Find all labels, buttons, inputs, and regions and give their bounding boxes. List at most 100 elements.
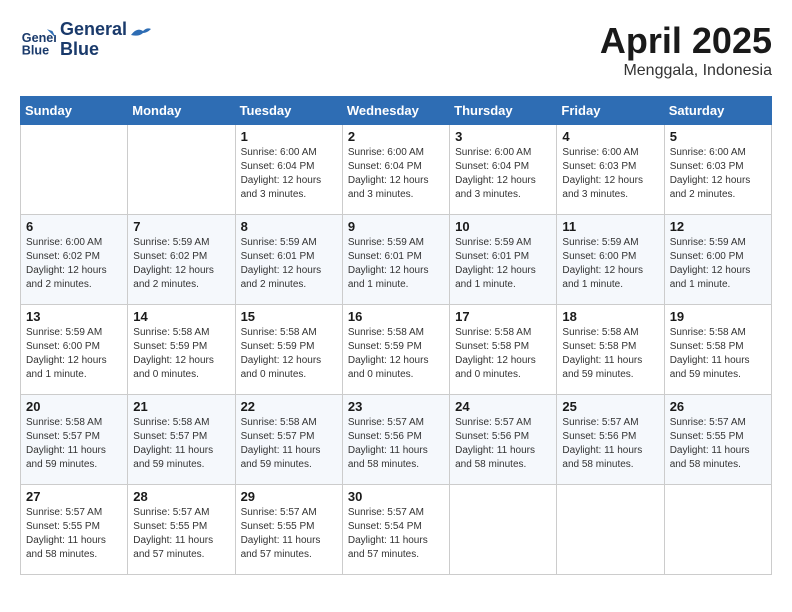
day-number: 16 <box>348 309 444 324</box>
day-number: 5 <box>670 129 766 144</box>
cell-info: Sunrise: 5:59 AM Sunset: 6:00 PM Dayligh… <box>670 236 766 292</box>
calendar-cell: 6Sunrise: 6:00 AM Sunset: 6:02 PM Daylig… <box>21 215 128 305</box>
day-number: 13 <box>26 309 122 324</box>
subtitle: Menggala, Indonesia <box>600 62 772 80</box>
calendar-cell: 11 Sunrise: 5:59 AM Sunset: 6:00 PM Dayli… <box>557 215 664 305</box>
cell-info: Sunrise: 5:57 AM Sunset: 5:55 PM Dayligh… <box>26 506 122 562</box>
cell-info: Sunrise: 5:59 AM Sunset: 6:01 PM Dayligh… <box>241 236 337 292</box>
logo-text-blue: Blue <box>60 40 127 60</box>
cell-info: Sunrise: 5:58 AM Sunset: 5:57 PM Dayligh… <box>133 416 229 472</box>
day-number: 26 <box>670 399 766 414</box>
cell-info: Sunrise: 5:59 AM Sunset: 6:00 PM Dayligh… <box>26 326 122 382</box>
cell-info: Sunrise: 5:58 AM Sunset: 5:59 PM Dayligh… <box>241 326 337 382</box>
calendar-cell: 13 Sunrise: 5:59 AM Sunset: 6:00 PM Dayli… <box>21 305 128 395</box>
cell-info: Sunrise: 5:57 AM Sunset: 5:54 PM Dayligh… <box>348 506 444 562</box>
cell-info: Sunrise: 5:58 AM Sunset: 5:59 PM Dayligh… <box>133 326 229 382</box>
day-number: 19 <box>670 309 766 324</box>
calendar-cell <box>664 485 771 575</box>
cell-info: Sunrise: 5:57 AM Sunset: 5:55 PM Dayligh… <box>133 506 229 562</box>
title-block: April 2025 Menggala, Indonesia <box>600 20 772 80</box>
cell-info: Sunrise: 5:58 AM Sunset: 5:58 PM Dayligh… <box>670 326 766 382</box>
calendar-cell: 8 Sunrise: 5:59 AM Sunset: 6:01 PM Daylig… <box>235 215 342 305</box>
cell-info: Sunrise: 5:57 AM Sunset: 5:56 PM Dayligh… <box>562 416 658 472</box>
calendar-week-row: 20Sunrise: 5:58 AM Sunset: 5:57 PM Dayli… <box>21 395 772 485</box>
page-header: General Blue General Blue April 2025 Men… <box>20 20 772 80</box>
calendar-cell: 20Sunrise: 5:58 AM Sunset: 5:57 PM Dayli… <box>21 395 128 485</box>
calendar-cell: 5Sunrise: 6:00 AM Sunset: 6:03 PM Daylig… <box>664 125 771 215</box>
calendar-cell: 10 Sunrise: 5:59 AM Sunset: 6:01 PM Dayli… <box>450 215 557 305</box>
day-number: 17 <box>455 309 551 324</box>
calendar-cell: 9 Sunrise: 5:59 AM Sunset: 6:01 PM Daylig… <box>342 215 449 305</box>
calendar-cell: 25 Sunrise: 5:57 AM Sunset: 5:56 PM Dayli… <box>557 395 664 485</box>
cell-info: Sunrise: 5:58 AM Sunset: 5:57 PM Dayligh… <box>241 416 337 472</box>
cell-info: Sunrise: 5:58 AM Sunset: 5:57 PM Dayligh… <box>26 416 122 472</box>
calendar-cell: 15 Sunrise: 5:58 AM Sunset: 5:59 PM Dayli… <box>235 305 342 395</box>
calendar-cell: 22 Sunrise: 5:58 AM Sunset: 5:57 PM Dayli… <box>235 395 342 485</box>
calendar-cell: 16 Sunrise: 5:58 AM Sunset: 5:59 PM Dayli… <box>342 305 449 395</box>
calendar-cell: 29 Sunrise: 5:57 AM Sunset: 5:55 PM Dayli… <box>235 485 342 575</box>
day-number: 22 <box>241 399 337 414</box>
calendar-cell <box>450 485 557 575</box>
day-number: 24 <box>455 399 551 414</box>
cell-info: Sunrise: 5:59 AM Sunset: 6:01 PM Dayligh… <box>348 236 444 292</box>
cell-info: Sunrise: 5:59 AM Sunset: 6:02 PM Dayligh… <box>133 236 229 292</box>
logo: General Blue General Blue <box>20 20 153 60</box>
day-number: 21 <box>133 399 229 414</box>
day-number: 28 <box>133 489 229 504</box>
cell-info: Sunrise: 6:00 AM Sunset: 6:04 PM Dayligh… <box>348 146 444 202</box>
cell-info: Sunrise: 5:59 AM Sunset: 6:00 PM Dayligh… <box>562 236 658 292</box>
logo-icon: General Blue <box>20 22 56 58</box>
day-number: 15 <box>241 309 337 324</box>
cell-info: Sunrise: 6:00 AM Sunset: 6:02 PM Dayligh… <box>26 236 122 292</box>
day-number: 9 <box>348 219 444 234</box>
day-number: 4 <box>562 129 658 144</box>
cell-info: Sunrise: 5:58 AM Sunset: 5:58 PM Dayligh… <box>455 326 551 382</box>
cell-info: Sunrise: 5:59 AM Sunset: 6:01 PM Dayligh… <box>455 236 551 292</box>
col-header-saturday: Saturday <box>664 97 771 125</box>
calendar-table: SundayMondayTuesdayWednesdayThursdayFrid… <box>20 96 772 575</box>
calendar-cell: 2Sunrise: 6:00 AM Sunset: 6:04 PM Daylig… <box>342 125 449 215</box>
cell-info: Sunrise: 5:57 AM Sunset: 5:55 PM Dayligh… <box>670 416 766 472</box>
cell-info: Sunrise: 6:00 AM Sunset: 6:04 PM Dayligh… <box>241 146 337 202</box>
cell-info: Sunrise: 6:00 AM Sunset: 6:04 PM Dayligh… <box>455 146 551 202</box>
calendar-cell: 14 Sunrise: 5:58 AM Sunset: 5:59 PM Dayli… <box>128 305 235 395</box>
calendar-cell: 17 Sunrise: 5:58 AM Sunset: 5:58 PM Dayli… <box>450 305 557 395</box>
cell-info: Sunrise: 5:57 AM Sunset: 5:55 PM Dayligh… <box>241 506 337 562</box>
cell-info: Sunrise: 5:57 AM Sunset: 5:56 PM Dayligh… <box>455 416 551 472</box>
calendar-cell: 12 Sunrise: 5:59 AM Sunset: 6:00 PM Dayli… <box>664 215 771 305</box>
day-number: 8 <box>241 219 337 234</box>
calendar-week-row: 13 Sunrise: 5:59 AM Sunset: 6:00 PM Dayli… <box>21 305 772 395</box>
calendar-cell: 1 Sunrise: 6:00 AM Sunset: 6:04 PM Daylig… <box>235 125 342 215</box>
calendar-cell: 26 Sunrise: 5:57 AM Sunset: 5:55 PM Dayli… <box>664 395 771 485</box>
calendar-cell: 19 Sunrise: 5:58 AM Sunset: 5:58 PM Dayli… <box>664 305 771 395</box>
logo-bird-icon <box>129 25 153 45</box>
day-number: 11 <box>562 219 658 234</box>
svg-text:Blue: Blue <box>22 43 49 57</box>
calendar-cell <box>21 125 128 215</box>
col-header-thursday: Thursday <box>450 97 557 125</box>
day-number: 29 <box>241 489 337 504</box>
day-number: 1 <box>241 129 337 144</box>
cell-info: Sunrise: 5:57 AM Sunset: 5:56 PM Dayligh… <box>348 416 444 472</box>
day-number: 7 <box>133 219 229 234</box>
calendar-header-row: SundayMondayTuesdayWednesdayThursdayFrid… <box>21 97 772 125</box>
calendar-cell: 21 Sunrise: 5:58 AM Sunset: 5:57 PM Dayli… <box>128 395 235 485</box>
calendar-cell <box>557 485 664 575</box>
day-number: 14 <box>133 309 229 324</box>
calendar-cell <box>128 125 235 215</box>
cell-info: Sunrise: 5:58 AM Sunset: 5:59 PM Dayligh… <box>348 326 444 382</box>
cell-info: Sunrise: 5:58 AM Sunset: 5:58 PM Dayligh… <box>562 326 658 382</box>
calendar-cell: 7 Sunrise: 5:59 AM Sunset: 6:02 PM Daylig… <box>128 215 235 305</box>
calendar-week-row: 1 Sunrise: 6:00 AM Sunset: 6:04 PM Daylig… <box>21 125 772 215</box>
day-number: 25 <box>562 399 658 414</box>
calendar-cell: 3Sunrise: 6:00 AM Sunset: 6:04 PM Daylig… <box>450 125 557 215</box>
calendar-cell: 27Sunrise: 5:57 AM Sunset: 5:55 PM Dayli… <box>21 485 128 575</box>
main-title: April 2025 <box>600 20 772 62</box>
col-header-wednesday: Wednesday <box>342 97 449 125</box>
calendar-week-row: 6Sunrise: 6:00 AM Sunset: 6:02 PM Daylig… <box>21 215 772 305</box>
calendar-cell: 28 Sunrise: 5:57 AM Sunset: 5:55 PM Dayli… <box>128 485 235 575</box>
day-number: 12 <box>670 219 766 234</box>
day-number: 10 <box>455 219 551 234</box>
day-number: 18 <box>562 309 658 324</box>
calendar-cell: 18 Sunrise: 5:58 AM Sunset: 5:58 PM Dayli… <box>557 305 664 395</box>
